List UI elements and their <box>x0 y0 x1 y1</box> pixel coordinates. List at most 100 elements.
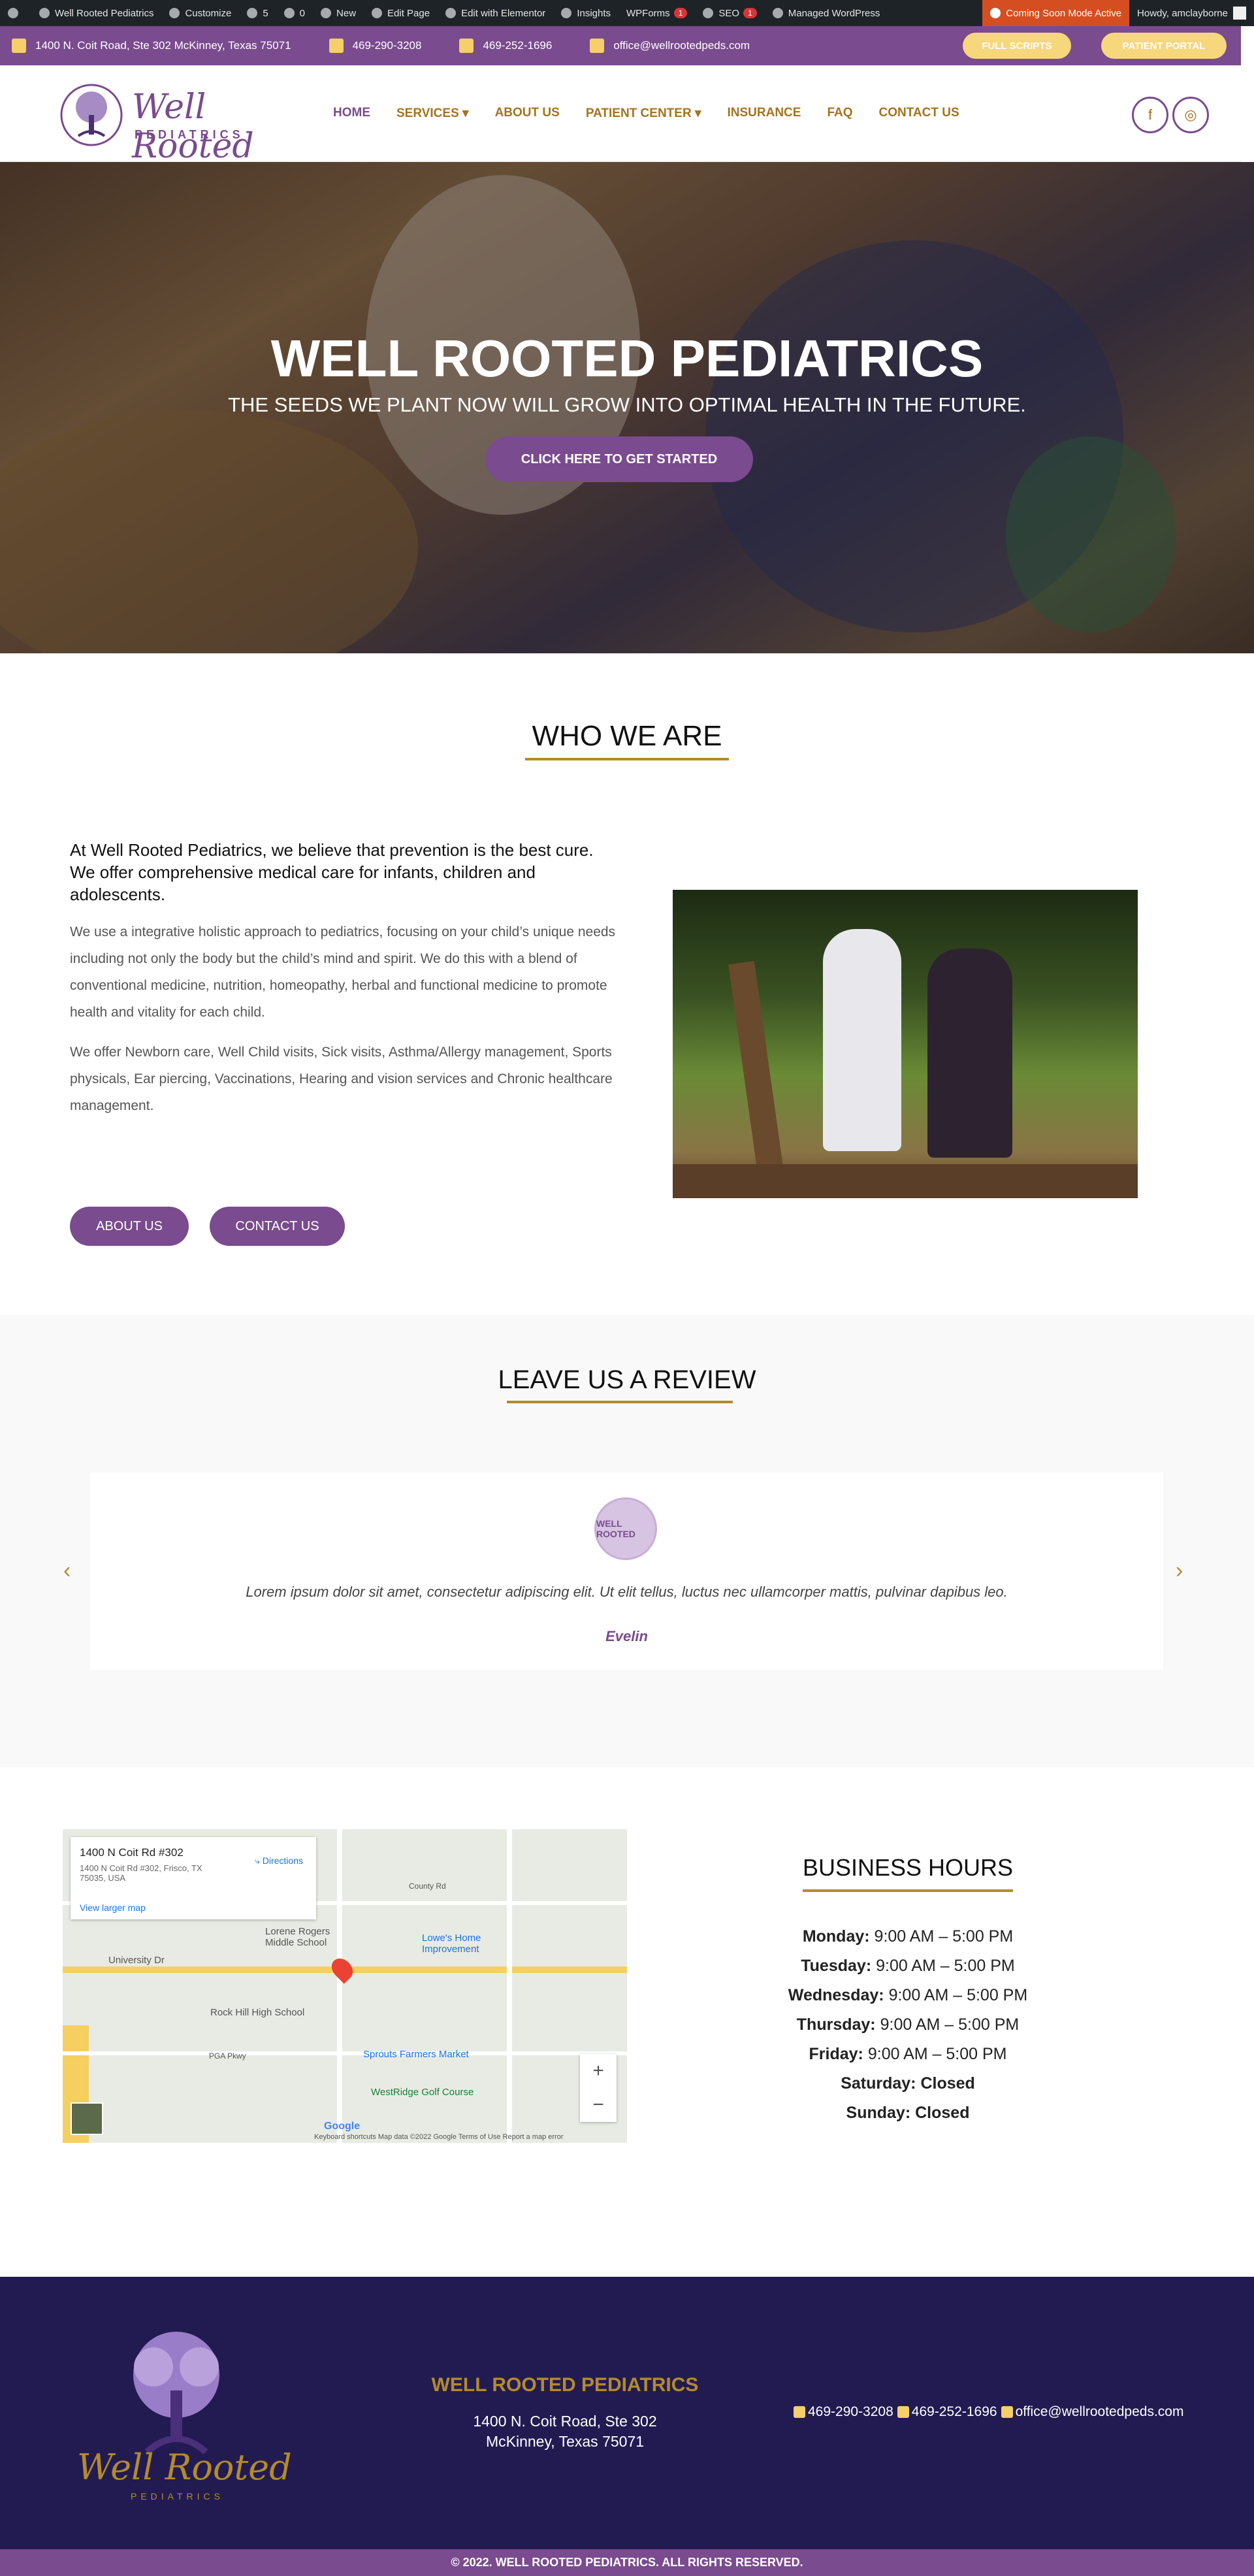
google-logo: Google <box>324 2121 361 2132</box>
hours-day: Tuesday: <box>801 1957 872 1975</box>
carousel-next-arrow[interactable]: › <box>1176 1558 1183 1584</box>
updates-count: 5 <box>263 7 268 19</box>
map-place-address: 1400 N Coit Rd #302, Frisco, TX 75035, U… <box>80 1863 202 1883</box>
contact-us-button[interactable]: CONTACT US <box>210 1207 345 1246</box>
seo-icon <box>703 8 714 18</box>
hours-row: Wednesday: 9:00 AM – 5:00 PM <box>754 1981 1061 2010</box>
footer-address-line-2: McKinney, Texas 75071 <box>485 2433 645 2450</box>
nav-about[interactable]: ABOUT US <box>495 106 560 121</box>
nav-services[interactable]: SERVICES ▾ <box>396 106 469 121</box>
hours-day: Wednesday: <box>788 1986 884 2004</box>
map-label-sprouts: Sprouts Farmers Market <box>363 2049 469 2060</box>
site-footer: Well Rooted PEDIATRICS WELL ROOTED PEDIA… <box>0 2277 1254 2549</box>
zoom-out-button[interactable]: − <box>580 2088 617 2122</box>
nav-services-label: SERVICES <box>396 106 459 120</box>
top-email[interactable]: office@wellrootedpeds.com <box>590 39 750 53</box>
carousel-prev-arrow[interactable]: ‹ <box>63 1558 71 1584</box>
admin-site-name[interactable]: Well Rooted Pediatrics <box>31 0 161 26</box>
admin-comments[interactable]: 0 <box>276 0 313 26</box>
facebook-icon[interactable]: f <box>1132 97 1168 133</box>
admin-new[interactable]: New <box>313 0 364 26</box>
footer-phone-text: 469-290-3208 <box>808 2404 893 2419</box>
directions-label: Directions <box>262 1855 303 1866</box>
admin-managed-wp[interactable]: Managed WordPress <box>765 0 888 26</box>
plus-icon <box>321 8 332 18</box>
footer-phone[interactable]: 469-290-3208 <box>794 2404 893 2420</box>
wpforms-badge: 1 <box>673 8 688 18</box>
get-started-button[interactable]: CLICK HERE TO GET STARTED <box>485 436 753 482</box>
admin-customize[interactable]: Customize <box>161 0 239 26</box>
nav-faq[interactable]: FAQ <box>827 106 852 121</box>
nav-contact[interactable]: CONTACT US <box>879 106 959 121</box>
map-road-vertical <box>507 1829 512 2143</box>
hours-time: Closed <box>915 2104 970 2122</box>
wpforms-label: WPForms <box>626 7 670 19</box>
view-larger-map-link[interactable]: View larger map <box>80 1902 146 1913</box>
zoom-in-button[interactable]: + <box>580 2054 617 2088</box>
admin-seo[interactable]: SEO 1 <box>695 0 764 26</box>
admin-insights[interactable]: Insights <box>553 0 619 26</box>
two-girls-photo <box>673 890 1138 1198</box>
top-phone[interactable]: 469-290-3208 <box>329 39 421 53</box>
google-map[interactable]: Lorene Rogers Middle School Lowe's Home … <box>63 1829 627 2143</box>
hours-row: Friday: 9:00 AM – 5:00 PM <box>754 2040 1061 2069</box>
copyright-bar: © 2022. WELL ROOTED PEDIATRICS. ALL RIGH… <box>0 2549 1254 2576</box>
hero-title: WELL ROOTED PEDIATRICS <box>270 329 984 387</box>
who-we-are-title: WHO WE ARE <box>532 720 722 752</box>
social-links: f ◎ <box>1132 97 1213 133</box>
nav-patient-center[interactable]: PATIENT CENTER ▾ <box>586 106 701 121</box>
map-road-coit <box>337 1829 342 2143</box>
footer-fax[interactable]: 469-252-1696 <box>897 2404 997 2420</box>
coming-soon-label: Coming Soon Mode Active <box>1006 7 1122 19</box>
coming-soon-status[interactable]: Coming Soon Mode Active <box>982 0 1130 26</box>
hours-time: 9:00 AM – 5:00 PM <box>874 1927 1014 1946</box>
admin-updates[interactable]: 5 <box>239 0 276 26</box>
business-hours: BUSINESS HOURS Monday: 9:00 AM – 5:00 PM… <box>754 1854 1061 2128</box>
edit-page-label: Edit Page <box>387 7 430 19</box>
hours-day: Saturday: <box>841 2074 916 2093</box>
map-zoom-controls: + − <box>580 2054 617 2122</box>
hours-time: 9:00 AM – 5:00 PM <box>880 2015 1020 2034</box>
about-us-button[interactable]: ABOUT US <box>70 1207 189 1246</box>
elementor-icon <box>445 8 457 18</box>
bar-chart-icon <box>561 8 572 18</box>
hours-time: Closed <box>920 2074 975 2093</box>
logo-wordmark: Well Rooted <box>132 88 254 166</box>
reviewer-avatar: WELL ROOTED <box>594 1497 657 1560</box>
admin-edit-page[interactable]: Edit Page <box>364 0 438 26</box>
map-label-university: University Dr <box>108 1955 165 1966</box>
patient-portal-button[interactable]: PATIENT PORTAL <box>1101 33 1227 59</box>
admin-account[interactable]: Howdy, amclayborne <box>1129 0 1254 26</box>
map-directions-link[interactable]: ⤷ Directions <box>255 1855 303 1867</box>
hours-time: 9:00 AM – 5:00 PM <box>888 1986 1028 2004</box>
map-attribution: Keyboard shortcuts Map data ©2022 Google… <box>314 2133 564 2141</box>
map-label-rockhill: Rock Hill High School <box>210 2007 305 2018</box>
top-fax[interactable]: 469-252-1696 <box>459 39 552 53</box>
admin-wpforms[interactable]: WPForms 1 <box>619 0 695 26</box>
site-header: Well Rooted PEDIATRICS HOME SERVICES ▾ A… <box>0 65 1241 166</box>
comments-count: 0 <box>299 7 306 19</box>
footer-contact: 469-290-3208 469-252-1696 office@wellroo… <box>794 2404 1187 2420</box>
site-logo[interactable]: Well Rooted PEDIATRICS <box>59 82 300 166</box>
hours-day: Monday: <box>802 1927 870 1946</box>
hours-row: Tuesday: 9:00 AM – 5:00 PM <box>754 1951 1061 1981</box>
email-text: office@wellrootedpeds.com <box>613 39 750 52</box>
instagram-icon[interactable]: ◎ <box>1172 97 1209 133</box>
hours-day: Friday: <box>809 2045 863 2063</box>
wordpress-logo-icon[interactable] <box>0 0 31 26</box>
full-scripts-button[interactable]: FULL SCRIPTS <box>963 33 1071 59</box>
insights-label: Insights <box>577 7 611 19</box>
footer-address: 1400 N. Coit Road, Ste 302 McKinney, Tex… <box>392 2411 738 2452</box>
hours-day: Sunday: <box>846 2104 911 2122</box>
hours-time: 9:00 AM – 5:00 PM <box>876 1957 1015 1975</box>
phone-icon <box>329 39 344 53</box>
map-satellite-toggle[interactable] <box>71 2102 103 2135</box>
hours-time: 9:00 AM – 5:00 PM <box>867 2045 1007 2063</box>
map-marker-icon[interactable] <box>327 1954 357 1984</box>
footer-email[interactable]: office@wellrootedpeds.com <box>1001 2404 1183 2420</box>
map-label-county: County Rd <box>409 1882 446 1891</box>
footer-practice-name: WELL ROOTED PEDIATRICS <box>431 2374 699 2396</box>
admin-edit-elementor[interactable]: Edit with Elementor <box>438 0 553 26</box>
nav-home[interactable]: HOME <box>333 106 370 121</box>
nav-insurance[interactable]: INSURANCE <box>728 106 801 121</box>
